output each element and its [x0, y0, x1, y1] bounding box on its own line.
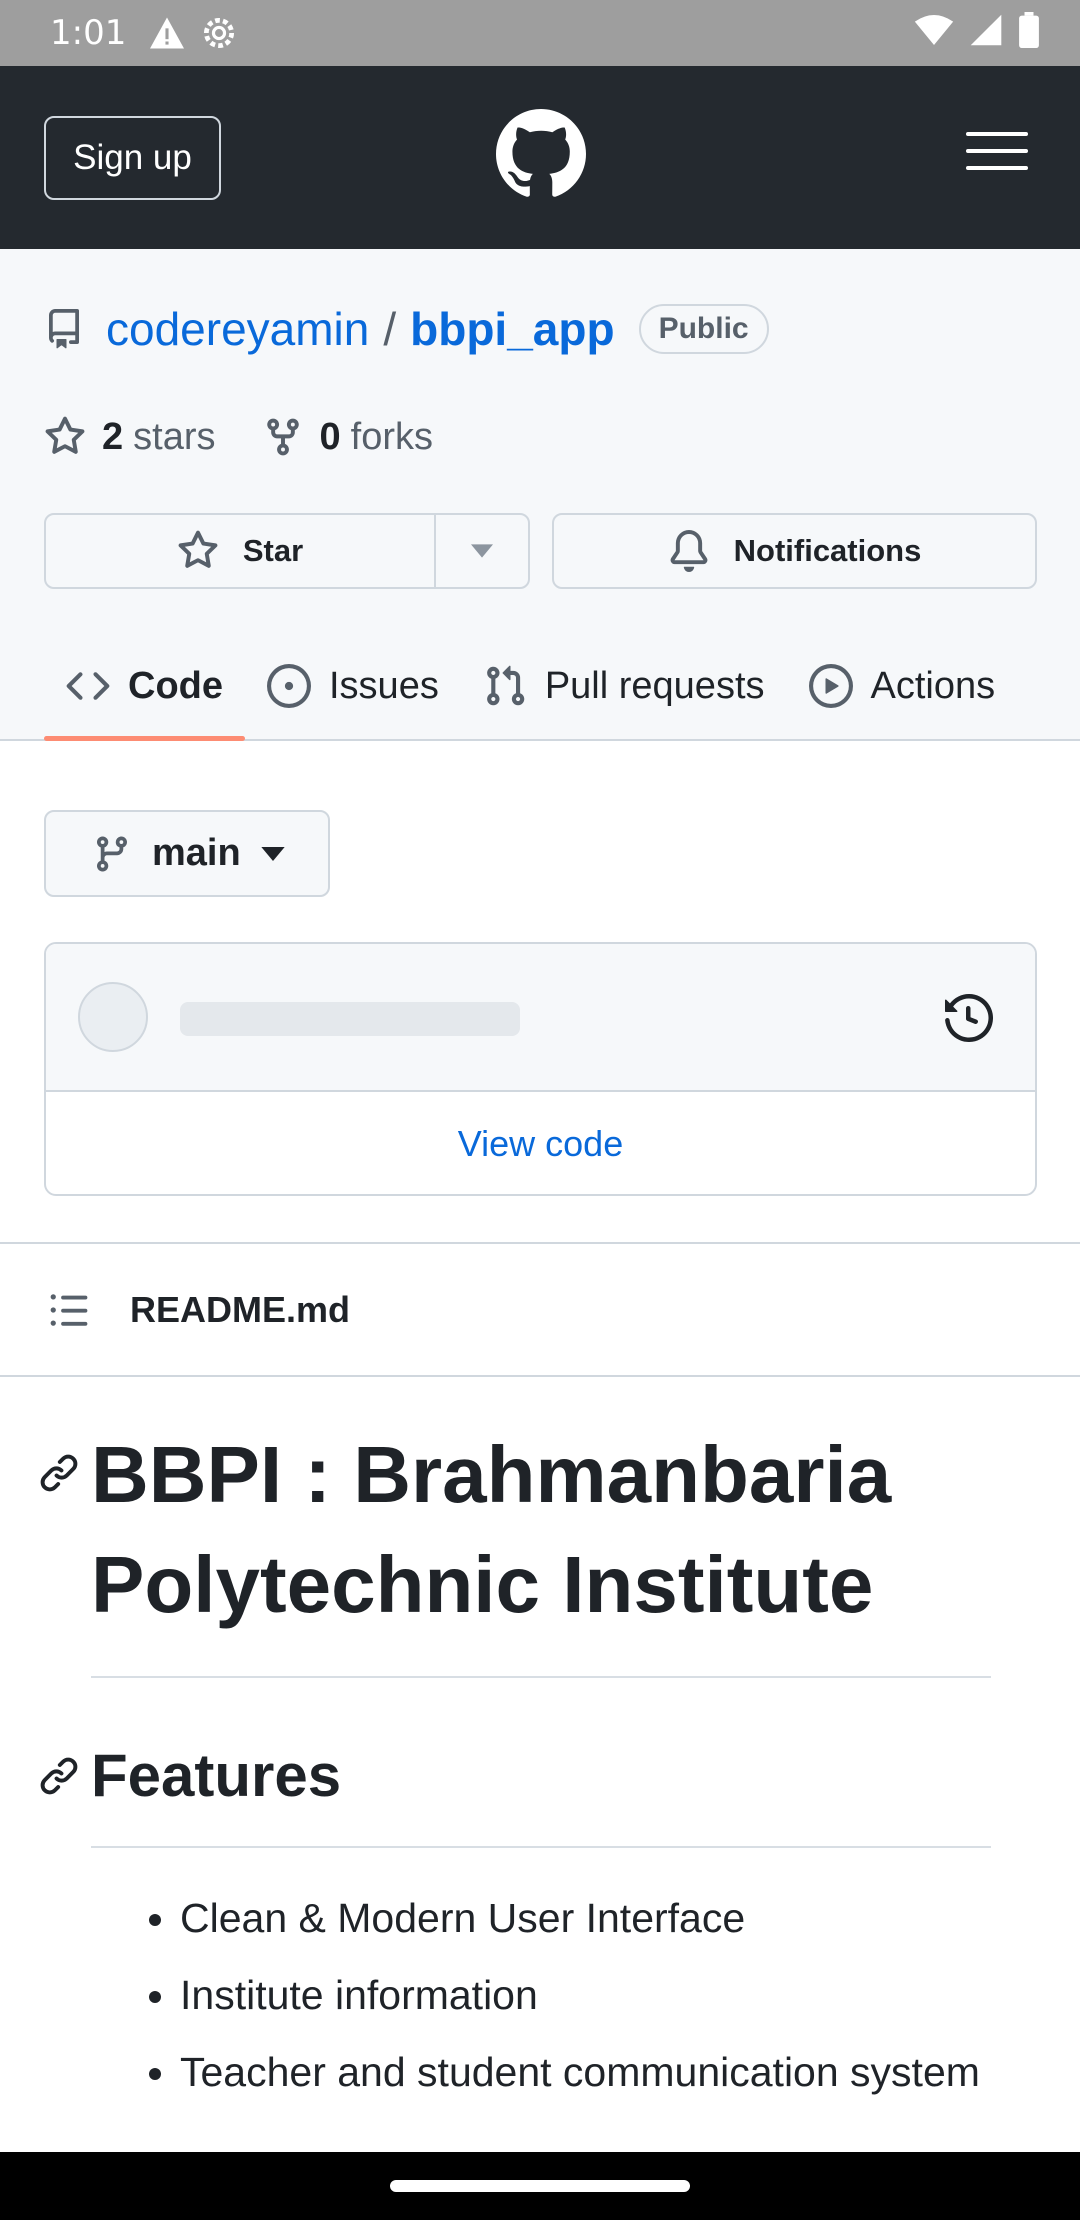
- issue-icon: [267, 664, 311, 708]
- tab-pull-requests-label: Pull requests: [544, 664, 765, 707]
- commit-header: [46, 944, 1035, 1092]
- stars-label[interactable]: stars: [133, 416, 215, 459]
- readme-heading-features: Features: [91, 1736, 991, 1848]
- latest-commit-box: View code: [44, 942, 1037, 1196]
- star-button[interactable]: Star: [46, 515, 436, 587]
- system-navigation-bar: [0, 2152, 1080, 2220]
- caret-down-icon: [471, 544, 493, 558]
- warning-icon: [150, 17, 185, 49]
- repo-tabs: Code Issues Pull requests Actions: [44, 631, 1080, 741]
- settings-gear-icon: [204, 17, 235, 49]
- notifications-button[interactable]: Notifications: [552, 513, 1037, 589]
- home-gesture-handle[interactable]: [390, 2180, 690, 2192]
- star-icon: [45, 416, 85, 454]
- avatar-placeholder: [78, 982, 148, 1052]
- repo-header: codereyamin / bbpi_app Public 2 stars 0 …: [0, 249, 1080, 741]
- features-list: Clean & Modern User Interface Institute …: [180, 1886, 1000, 2117]
- readme-filename: README.md: [130, 1288, 351, 1330]
- site-header: Sign up: [0, 66, 1080, 249]
- stars-count[interactable]: 2: [102, 416, 123, 459]
- menu-hamburger-icon[interactable]: [966, 132, 1028, 176]
- pull-request-icon: [486, 665, 525, 706]
- sign-up-button[interactable]: Sign up: [44, 116, 221, 200]
- battery-icon: [1019, 12, 1039, 48]
- wifi-icon: [914, 15, 954, 45]
- caret-down-icon: [261, 846, 285, 861]
- readme-heading-title: BBPI : Brahmanbaria Polytechnic Institut…: [91, 1420, 991, 1678]
- star-button-group: Star: [44, 513, 530, 589]
- link-icon[interactable]: [38, 1452, 80, 1494]
- star-icon: [178, 530, 218, 568]
- repo-owner-link[interactable]: codereyamin: [106, 302, 369, 356]
- play-icon: [808, 664, 853, 708]
- branch-selector-button[interactable]: main: [44, 810, 330, 897]
- commit-message-placeholder: [180, 1002, 520, 1036]
- notifications-label: Notifications: [733, 533, 922, 568]
- fork-icon: [266, 418, 299, 456]
- tab-code-label: Code: [128, 664, 223, 707]
- tab-actions[interactable]: Actions: [787, 631, 1018, 741]
- branch-name: main: [152, 832, 241, 874]
- visibility-badge: Public: [638, 304, 769, 354]
- status-bar: 1:01: [0, 0, 1080, 66]
- repo-icon: [48, 309, 79, 349]
- repo-name-link[interactable]: bbpi_app: [410, 302, 614, 356]
- branch-icon: [96, 836, 127, 872]
- forks-count[interactable]: 0: [320, 416, 341, 459]
- github-logo-icon[interactable]: [496, 109, 586, 199]
- bell-icon: [670, 530, 707, 572]
- tab-issues[interactable]: Issues: [245, 631, 461, 741]
- tab-issues-label: Issues: [329, 664, 439, 707]
- star-dropdown-button[interactable]: [436, 515, 528, 587]
- code-icon: [66, 672, 110, 700]
- list-outline-icon[interactable]: [48, 1289, 90, 1331]
- view-code-link[interactable]: View code: [46, 1092, 1035, 1194]
- tab-pull-requests[interactable]: Pull requests: [461, 631, 787, 741]
- tab-code[interactable]: Code: [44, 631, 245, 741]
- status-time: 1:01: [50, 13, 127, 53]
- list-item: Institute information: [180, 1963, 1000, 2028]
- list-item: Clean & Modern User Interface: [180, 1886, 1000, 1951]
- repo-title: codereyamin / bbpi_app Public: [44, 299, 769, 359]
- history-icon[interactable]: [945, 994, 993, 1042]
- tab-actions-label: Actions: [870, 664, 996, 707]
- repo-stats: 2 stars 0 forks: [44, 409, 433, 465]
- link-icon[interactable]: [38, 1755, 80, 1797]
- signal-icon: [970, 14, 1002, 46]
- repo-separator: /: [383, 303, 397, 355]
- readme-header: README.md: [0, 1242, 1080, 1377]
- list-item: Teacher and student communication system: [180, 2040, 1000, 2105]
- star-button-label: Star: [242, 533, 304, 568]
- forks-label[interactable]: forks: [351, 416, 433, 459]
